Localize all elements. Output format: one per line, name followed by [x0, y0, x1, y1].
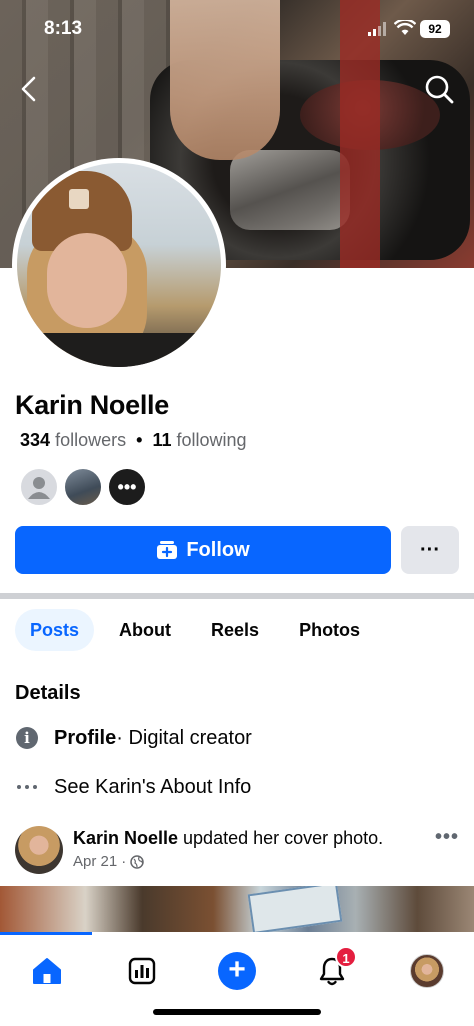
mutual-avatar-default[interactable] — [19, 467, 59, 507]
wifi-icon — [394, 20, 416, 35]
profile-avatar — [410, 954, 444, 988]
nav-profile[interactable] — [402, 946, 452, 996]
more-horizontal-icon — [17, 785, 37, 789]
battery-indicator: 92 — [420, 20, 450, 38]
home-icon — [33, 958, 61, 984]
info-icon: i — [16, 727, 38, 749]
profile-stats: 334 followers • 11 following — [20, 430, 247, 451]
create-icon: + — [218, 952, 256, 990]
status-time: 8:13 — [44, 18, 83, 39]
see-about-info-label: See Karin's About Info — [54, 775, 252, 798]
tab-posts[interactable]: Posts — [15, 609, 95, 651]
follow-add-icon — [157, 541, 178, 559]
post-author-avatar[interactable] — [15, 826, 63, 874]
chevron-left-icon — [21, 76, 36, 102]
mutual-more-button[interactable]: ••• — [107, 467, 147, 507]
profile-name: Karin Noelle — [15, 390, 169, 420]
post-date-separator: · — [121, 853, 127, 870]
status-bar: 8:13 92 — [0, 0, 474, 60]
back-button[interactable] — [14, 72, 44, 106]
notification-badge: 1 — [335, 946, 357, 968]
follow-label: Follow — [186, 538, 250, 561]
post-header: Karin Noelle updated her cover photo. Ap… — [15, 824, 459, 880]
nav-dashboard[interactable] — [117, 946, 167, 996]
more-options-button[interactable]: ··· — [401, 526, 459, 574]
nav-active-indicator — [0, 932, 92, 935]
nav-notifications[interactable]: 1 — [307, 946, 357, 996]
follow-button[interactable]: Follow — [15, 526, 391, 574]
nav-create[interactable]: + — [212, 946, 262, 996]
more-dots-icon: ··· — [420, 538, 440, 561]
tab-photos[interactable]: Photos — [284, 609, 375, 651]
search-button[interactable] — [422, 72, 456, 106]
following-count[interactable]: 11 — [152, 430, 171, 450]
see-about-info-link[interactable]: See Karin's About Info — [15, 773, 251, 801]
followers-count[interactable]: 334 — [20, 430, 50, 450]
stats-separator: • — [136, 430, 143, 450]
mutual-avatar-photo[interactable] — [63, 467, 103, 507]
post-author-name[interactable]: Karin Noelle — [73, 828, 178, 848]
post-action-text: updated her cover photo. — [178, 828, 384, 848]
details-heading: Details — [15, 682, 81, 704]
globe-icon — [130, 854, 144, 869]
post-date[interactable]: Apr 21 — [73, 853, 117, 870]
search-icon — [425, 75, 454, 104]
tab-reels[interactable]: Reels — [196, 609, 274, 651]
followers-label[interactable]: followers — [55, 430, 126, 450]
section-divider — [0, 593, 474, 599]
cover-motorcycle-engine — [230, 150, 350, 230]
profile-picture[interactable] — [12, 158, 226, 372]
tab-about[interactable]: About — [104, 609, 186, 651]
nav-home[interactable] — [22, 946, 72, 996]
dashboard-icon — [128, 957, 156, 985]
user-placeholder-icon — [28, 477, 50, 499]
post-image-license-plates — [247, 886, 343, 934]
home-indicator — [153, 1009, 321, 1015]
profile-tabs: Posts About Reels Photos — [15, 609, 385, 651]
detail-profile-category: i Profile · Digital creator — [15, 724, 252, 752]
cellular-signal-icon — [368, 22, 386, 36]
detail-profile-value: · Digital creator — [116, 726, 252, 749]
post-cover-image[interactable] — [0, 886, 474, 934]
post-more-button[interactable]: ••• — [435, 826, 459, 849]
following-label[interactable]: following — [176, 430, 246, 450]
detail-profile-label: Profile — [54, 726, 117, 749]
